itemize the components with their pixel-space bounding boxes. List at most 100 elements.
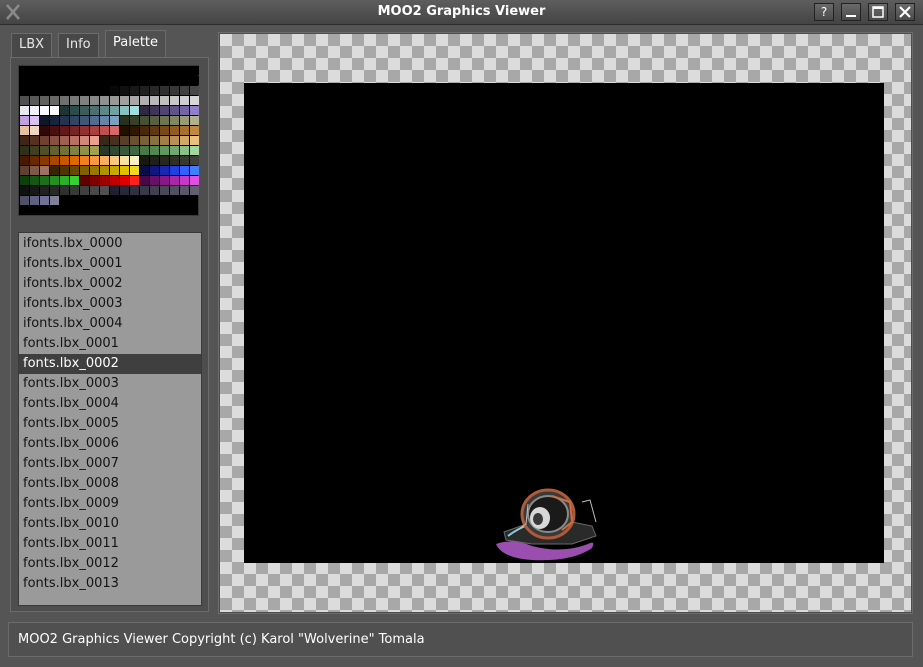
file-list-item[interactable]: fonts.lbx_0007 [19,454,201,474]
palette-swatch [130,176,139,185]
palette-swatch [90,76,99,85]
palette-swatch [40,166,49,175]
palette-swatch [100,136,109,145]
tab-palette[interactable]: Palette [105,30,167,58]
palette-swatch [180,106,189,115]
file-list-item[interactable]: fonts.lbx_0005 [19,414,201,434]
file-list-item[interactable]: fonts.lbx_0001 [19,334,201,354]
palette-swatch [60,176,69,185]
palette-swatch [120,96,129,105]
maximize-icon [872,6,884,18]
file-list-item[interactable]: fonts.lbx_0008 [19,474,201,494]
palette-swatch [180,146,189,155]
file-list-item[interactable]: ifonts.lbx_0000 [19,234,201,254]
palette-swatch [130,126,139,135]
palette-swatch [70,166,79,175]
palette-swatch [180,126,189,135]
palette-swatch [170,116,179,125]
file-list-item[interactable]: fonts.lbx_0013 [19,574,201,594]
title-bar[interactable]: MOO2 Graphics Viewer ? [0,0,923,25]
palette-swatch [130,156,139,165]
minimize-button[interactable] [841,3,861,21]
palette-swatch [90,136,99,145]
maximize-button[interactable] [868,3,888,21]
palette-swatch [110,76,119,85]
palette-swatch [190,146,199,155]
tab-lbx[interactable]: LBX [11,33,53,57]
palette-swatch [90,86,99,95]
palette-swatch [140,126,149,135]
palette-swatch [30,76,39,85]
palette-swatch [20,196,29,205]
palette-swatch [150,106,159,115]
palette-swatch [180,156,189,165]
palette-swatch [20,116,29,125]
tab-info[interactable]: Info [58,33,99,57]
palette-swatch [180,66,189,75]
palette-swatch [20,136,29,145]
palette-swatch [30,86,39,95]
palette-swatch [70,186,79,195]
palette-swatch [150,136,159,145]
palette-swatch [190,166,199,175]
file-list-item[interactable]: fonts.lbx_0009 [19,494,201,514]
file-list-item[interactable]: fonts.lbx_0010 [19,514,201,534]
palette-swatch [130,136,139,145]
palette-grid [18,65,199,216]
palette-swatch [130,66,139,75]
palette-swatch [120,166,129,175]
palette-swatch [140,116,149,125]
palette-swatch [120,176,129,185]
palette-swatch [110,66,119,75]
file-list-item[interactable]: ifonts.lbx_0002 [19,274,201,294]
palette-swatch [80,166,89,175]
file-list-item[interactable]: fonts.lbx_0006 [19,434,201,454]
palette-swatch [160,106,169,115]
palette-swatch [70,66,79,75]
palette-swatch [110,176,119,185]
file-list-item[interactable]: fonts.lbx_0002 [19,354,201,374]
file-list-item[interactable]: ifonts.lbx_0004 [19,314,201,334]
palette-swatch [120,106,129,115]
palette-swatch [90,96,99,105]
palette-swatch [100,76,109,85]
palette-swatch [140,66,149,75]
palette-swatch [170,156,179,165]
file-list-item[interactable]: fonts.lbx_0011 [19,534,201,554]
palette-swatch [180,76,189,85]
window-title: MOO2 Graphics Viewer [377,4,546,19]
file-list-item[interactable]: fonts.lbx_0004 [19,394,201,414]
palette-swatch [160,86,169,95]
palette-swatch [150,66,159,75]
minimize-icon [846,15,856,17]
palette-swatch [180,96,189,105]
palette-swatch [120,116,129,125]
palette-swatch [160,176,169,185]
palette-swatch [30,136,39,145]
palette-swatch [70,126,79,135]
file-list-item[interactable]: fonts.lbx_0003 [19,374,201,394]
close-button[interactable] [895,3,915,21]
file-list-item[interactable]: ifonts.lbx_0003 [19,294,201,314]
palette-swatch [180,186,189,195]
palette-swatch [80,106,89,115]
palette-swatch [60,66,69,75]
palette-swatch [120,86,129,95]
palette-swatch [80,186,89,195]
help-button[interactable]: ? [814,3,834,21]
palette-swatch [20,156,29,165]
palette-swatch [180,176,189,185]
file-list[interactable]: ifonts.lbx_0000 ifonts.lbx_0001 ifonts.lbx… [18,232,202,606]
file-list-item[interactable]: ifonts.lbx_0001 [19,254,201,274]
palette-swatch [80,176,89,185]
palette-swatch [40,146,49,155]
palette-swatch [40,106,49,115]
palette-swatch [30,116,39,125]
palette-swatch [150,76,159,85]
palette-swatch [40,136,49,145]
palette-swatch [120,146,129,155]
file-list-item[interactable]: fonts.lbx_0012 [19,554,201,574]
palette-swatch [40,176,49,185]
palette-swatch [190,156,199,165]
palette-swatch [100,166,109,175]
